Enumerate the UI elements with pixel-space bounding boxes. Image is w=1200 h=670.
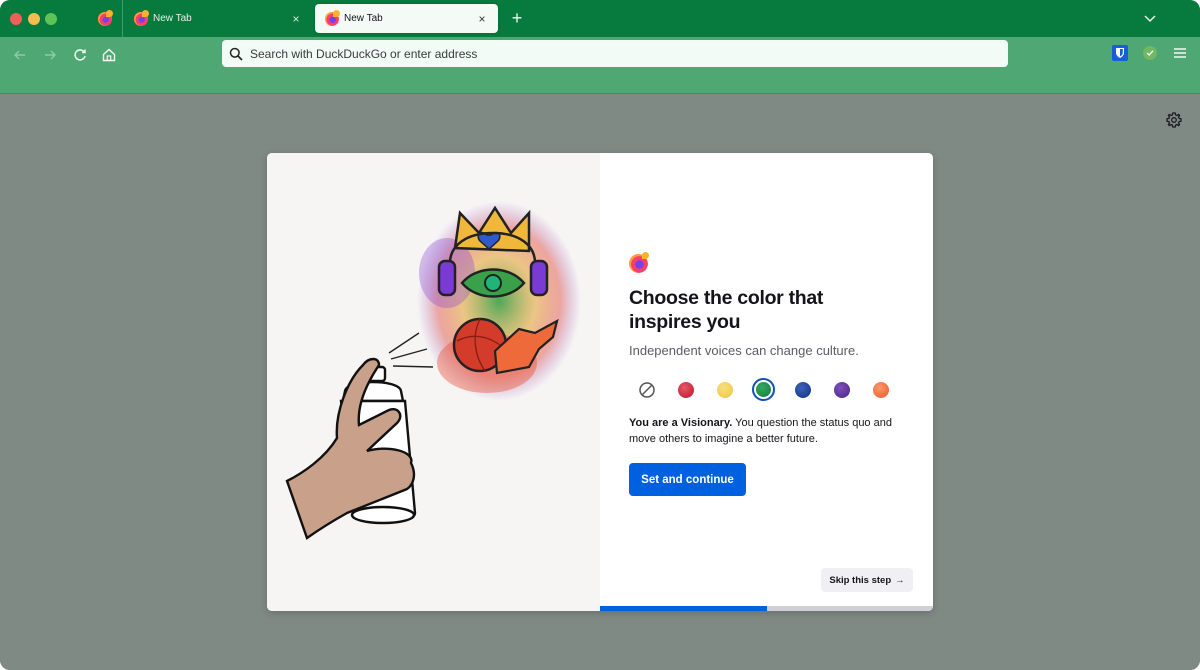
onboarding-card: Choose the color that inspires you Indep…	[267, 153, 933, 611]
shield-check-icon	[1143, 46, 1157, 60]
set-and-continue-button[interactable]: Set and continue	[629, 463, 746, 496]
window-minimize-button[interactable]	[28, 13, 40, 25]
tab-close-icon[interactable]: ×	[474, 12, 490, 26]
onboarding-subtitle: Independent voices can change culture.	[629, 343, 859, 358]
gear-icon	[1166, 112, 1182, 128]
color-dot	[794, 381, 811, 398]
bitwarden-extension-button[interactable]	[1111, 44, 1129, 62]
tab-title: New Tab	[153, 13, 192, 24]
bitwarden-icon	[1112, 45, 1128, 61]
pinned-tab[interactable]	[85, 0, 123, 37]
home-icon	[102, 48, 116, 62]
new-tab-button[interactable]: +	[507, 8, 527, 28]
firefox-icon	[325, 9, 340, 26]
color-swatch-orange[interactable]	[869, 378, 892, 401]
page-content: Choose the color that inspires you Indep…	[0, 94, 1200, 670]
color-swatch-yellow[interactable]	[713, 378, 736, 401]
color-swatch-none[interactable]	[635, 378, 658, 401]
back-button[interactable]	[10, 45, 30, 65]
firefox-icon	[134, 9, 149, 26]
browser-window: New Tab × New Tab × + Search with DuckDu…	[0, 0, 1200, 670]
color-dot	[756, 382, 771, 397]
persona-name: You are a Visionary.	[629, 417, 733, 429]
forward-button[interactable]	[40, 45, 60, 65]
hamburger-menu-icon	[1174, 48, 1186, 58]
color-dot	[833, 381, 850, 398]
reload-button[interactable]	[70, 45, 90, 65]
color-swatch-purple[interactable]	[830, 378, 853, 401]
color-dot	[716, 381, 733, 398]
onboarding-content: Choose the color that inspires you Indep…	[600, 153, 933, 611]
nav-toolbar	[0, 37, 1200, 94]
tab-new-tab-2[interactable]: New Tab ×	[315, 4, 498, 33]
shield-extension-button[interactable]	[1141, 44, 1159, 62]
settings-button[interactable]	[1165, 111, 1183, 129]
tab-strip: New Tab × New Tab × +	[0, 0, 1200, 37]
app-menu-button[interactable]	[1171, 44, 1189, 62]
color-swatch-red[interactable]	[674, 378, 697, 401]
arrow-right-icon	[45, 50, 56, 60]
url-input[interactable]	[250, 46, 1008, 61]
skip-step-button[interactable]: Skip this step →	[821, 568, 913, 592]
tab-close-icon[interactable]: ×	[288, 12, 304, 26]
color-swatch-blue[interactable]	[791, 378, 814, 401]
color-swatch-green[interactable]	[752, 378, 775, 401]
graffiti-art	[417, 201, 581, 401]
firefox-icon	[98, 10, 113, 26]
skip-label: Skip this step	[829, 574, 892, 586]
color-dot	[872, 381, 889, 398]
firefox-icon	[629, 252, 649, 273]
url-bar[interactable]	[222, 40, 1008, 67]
home-button[interactable]	[99, 45, 119, 65]
arrow-left-icon	[14, 50, 25, 60]
firefox-logo	[629, 252, 649, 274]
progress-fill	[600, 606, 767, 611]
chevron-down-icon[interactable]	[1140, 9, 1160, 29]
color-picker	[635, 378, 908, 401]
color-description: You are a Visionary. You question the st…	[629, 415, 919, 447]
window-close-button[interactable]	[10, 13, 22, 25]
window-maximize-button[interactable]	[45, 13, 57, 25]
onboarding-title: Choose the color that inspires you	[629, 287, 824, 333]
spray-can-illustration	[267, 153, 600, 611]
reload-icon	[74, 49, 86, 61]
onboarding-progress-bar	[600, 606, 933, 611]
color-dot	[677, 381, 694, 398]
search-icon	[229, 47, 243, 61]
tab-new-tab-1[interactable]: New Tab ×	[124, 4, 312, 33]
no-color-icon	[638, 381, 655, 398]
tab-title: New Tab	[344, 13, 383, 24]
arrow-right-icon: →	[895, 574, 905, 586]
